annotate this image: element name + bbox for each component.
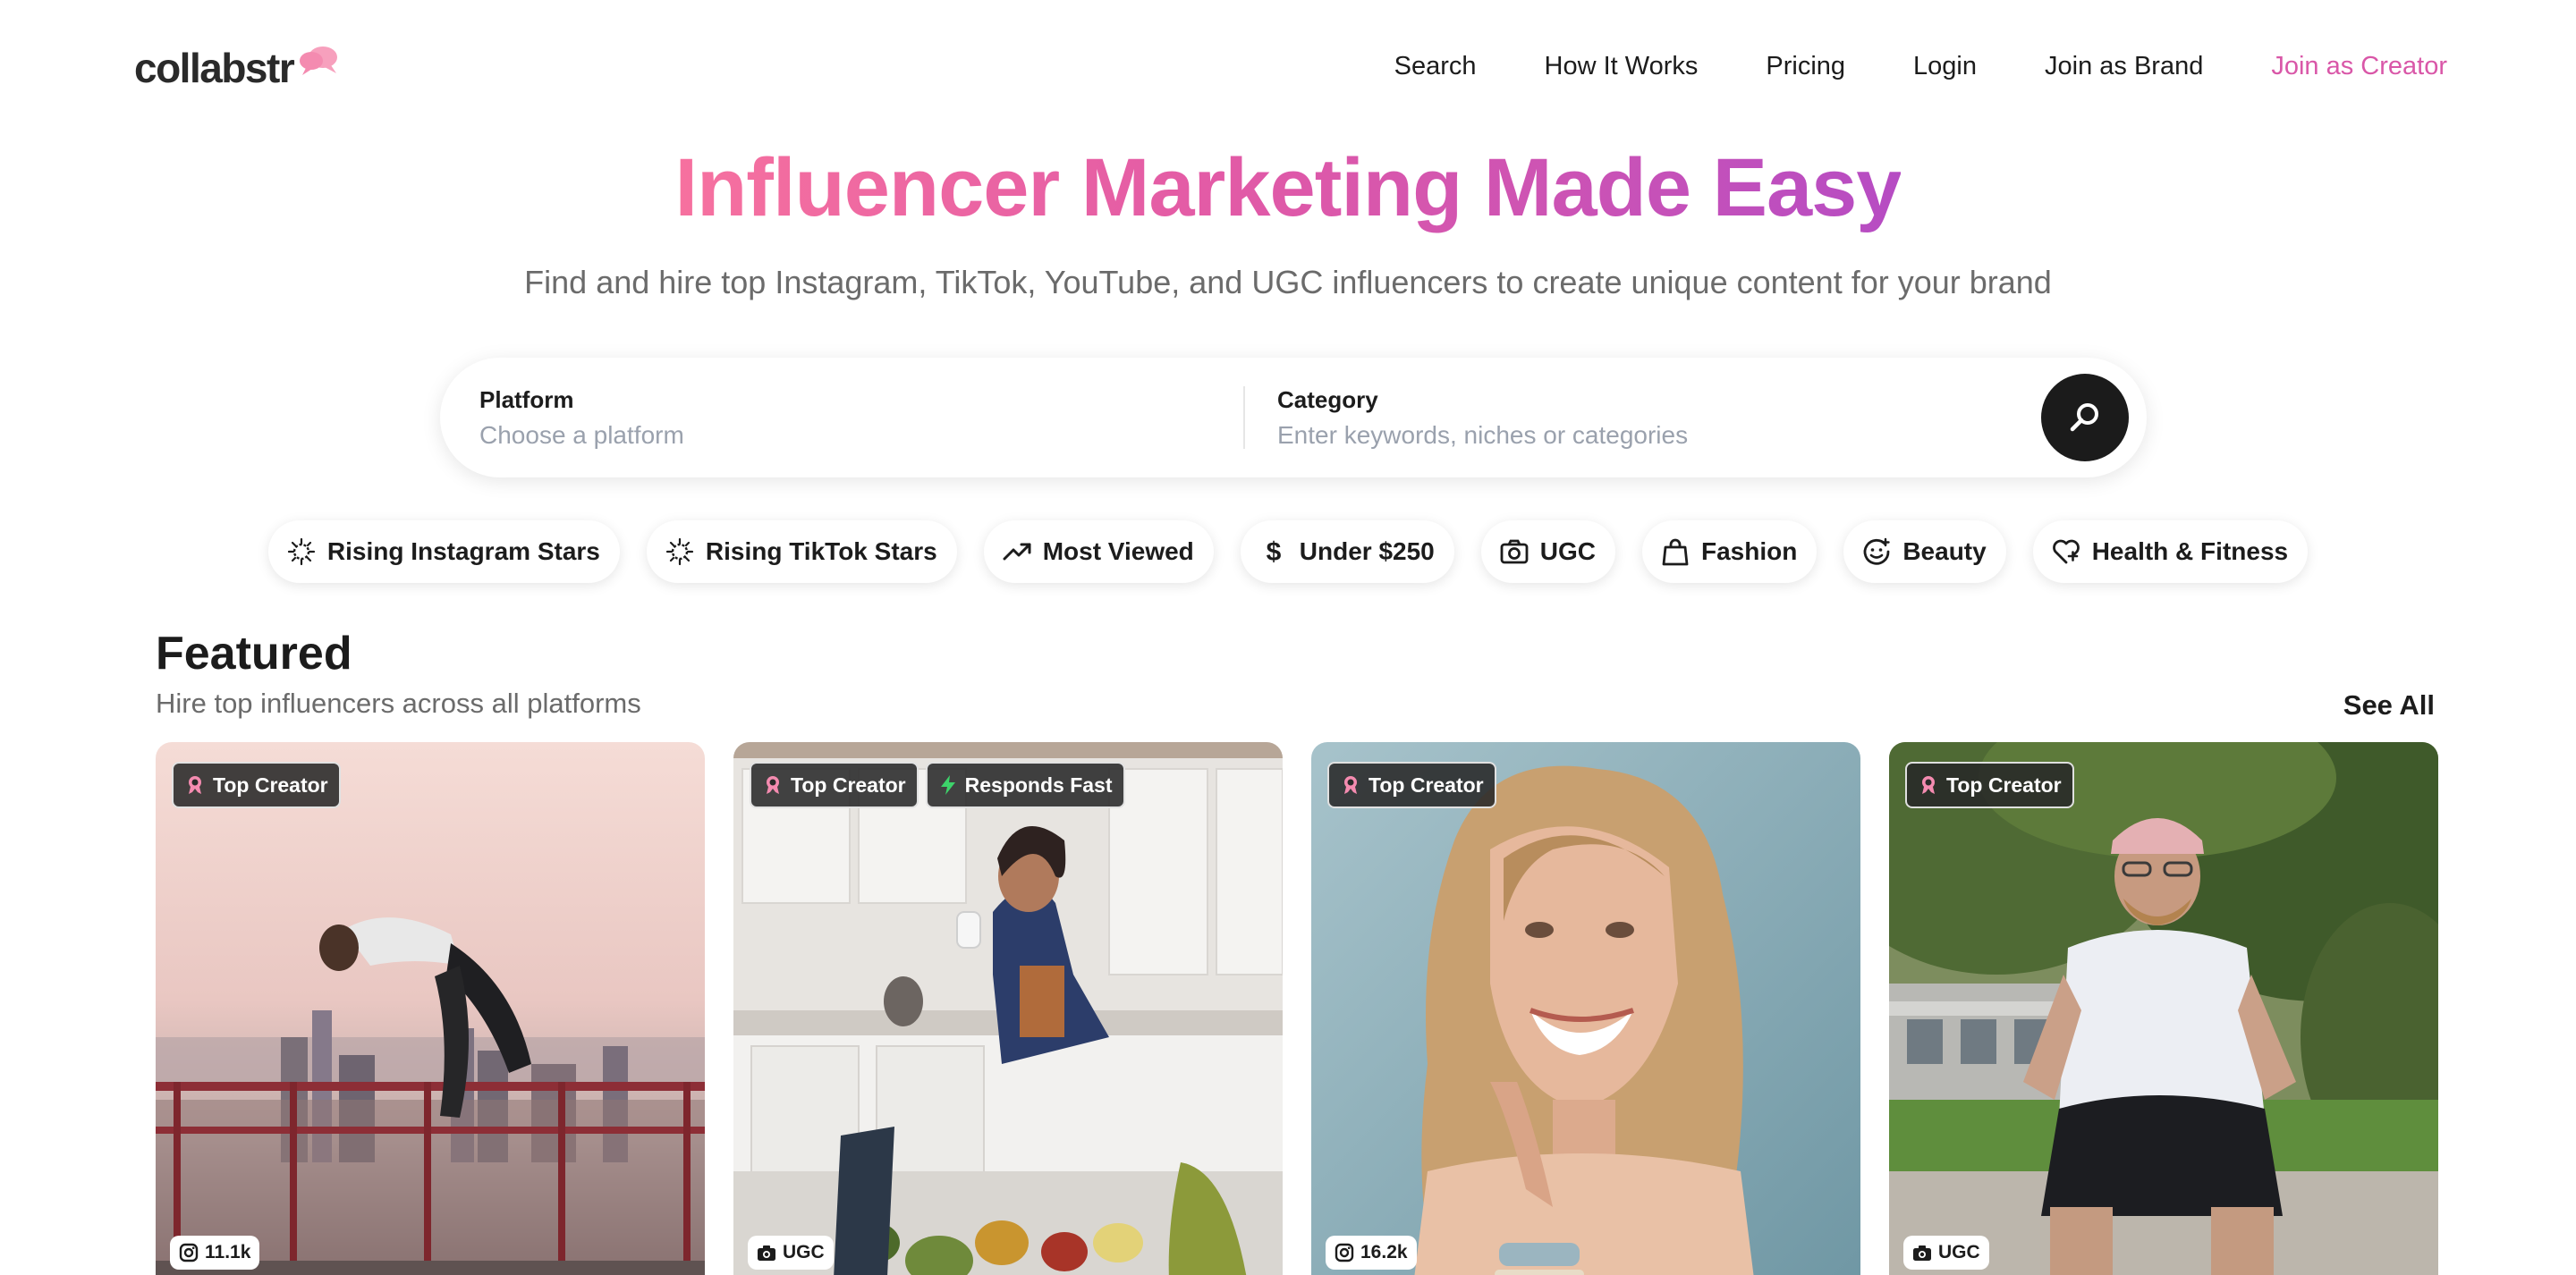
shopping-bag-icon: [1660, 536, 1690, 567]
chip-ugc[interactable]: UGC: [1480, 520, 1615, 583]
stat-value: 16.2k: [1360, 1242, 1408, 1262]
chip-health-fitness[interactable]: Health & Fitness: [2032, 520, 2309, 583]
award-icon: [1344, 776, 1357, 794]
hero-title-text: Influencer Marketing Made Easy: [674, 142, 1902, 233]
chip-beauty[interactable]: Beauty: [1843, 520, 2006, 583]
trending-up-icon: [1002, 536, 1032, 567]
site-header: collabstr Search How It Works Pricing Lo…: [0, 0, 2576, 134]
creator-photo: [733, 742, 1283, 1275]
logo-text: collabstr: [134, 45, 295, 91]
chip-label: UGC: [1539, 537, 1596, 565]
creator-photo: [1889, 742, 2438, 1275]
sparkle-icon: [286, 536, 317, 567]
chip-label: Most Viewed: [1042, 537, 1194, 565]
chip-most-viewed[interactable]: Most Viewed: [983, 520, 1214, 583]
platform-field[interactable]: Platform: [479, 384, 1213, 452]
card-badges: Top Creator: [1327, 762, 1496, 808]
camera-icon: [758, 1245, 775, 1261]
see-all-link[interactable]: See All: [2343, 687, 2435, 724]
dollar-icon: $: [1258, 536, 1289, 567]
badge-label: Top Creator: [791, 773, 906, 797]
creator-card[interactable]: Top Creator 11.1k: [156, 742, 705, 1275]
stat-value: UGC: [1938, 1242, 1980, 1262]
platform-tag: UGC: [1903, 1236, 1989, 1270]
stat-value: 11.1k: [205, 1242, 251, 1262]
lightning-icon: [940, 775, 955, 795]
category-chips: Rising Instagram Stars Rising TikTok Sta…: [0, 520, 2576, 583]
hero-title: Influencer Marketing Made Easy: [0, 134, 2576, 241]
creator-photo: [1311, 742, 1860, 1275]
badge-label: Top Creator: [213, 773, 328, 797]
heart-pulse-icon: [2051, 536, 2081, 567]
chip-label: Under $250: [1299, 537, 1435, 565]
featured-title: Featured: [156, 628, 352, 680]
main-nav: Search How It Works Pricing Login Join a…: [1326, 46, 2447, 86]
creator-card[interactable]: Top Creator UGC: [1889, 742, 2438, 1275]
card-badges: Top Creator: [172, 762, 341, 808]
nav-login[interactable]: Login: [1913, 46, 1977, 86]
card-badges: Top Creator Responds Fast: [750, 762, 1125, 808]
featured-cards: Top Creator 11.1k Top Creator Responds F…: [156, 742, 2438, 1275]
instagram-icon: [1335, 1243, 1354, 1262]
face-icon: [1861, 536, 1892, 567]
svg-text:$: $: [1266, 537, 1281, 567]
follower-count: 11.1k: [170, 1236, 260, 1270]
nav-search[interactable]: Search: [1394, 46, 1477, 86]
nav-pricing[interactable]: Pricing: [1766, 46, 1845, 86]
search-icon: [2070, 403, 2098, 432]
platform-input[interactable]: [479, 418, 1213, 452]
top-creator-badge: Top Creator: [172, 762, 341, 808]
platform-label: Platform: [479, 386, 574, 413]
top-creator-badge: Top Creator: [1327, 762, 1496, 808]
nav-join-as-creator[interactable]: Join as Creator: [2271, 46, 2447, 86]
stat-value: UGC: [783, 1242, 825, 1262]
chip-label: Health & Fitness: [2091, 537, 2289, 565]
nav-how-it-works[interactable]: How It Works: [1545, 46, 1699, 86]
search-bar: Platform Category: [440, 358, 2147, 477]
chip-under-250[interactable]: $ Under $250: [1240, 520, 1454, 583]
category-input[interactable]: [1277, 418, 2011, 452]
instagram-icon: [179, 1243, 199, 1262]
featured-subtitle: Hire top influencers across all platform…: [156, 688, 641, 719]
camera-icon: [1913, 1245, 1931, 1261]
responds-fast-badge: Responds Fast: [925, 762, 1125, 808]
badge-label: Top Creator: [1946, 773, 2062, 797]
chip-label: Rising TikTok Stars: [705, 537, 937, 565]
chip-label: Beauty: [1902, 537, 1987, 565]
search-button[interactable]: [2041, 374, 2129, 461]
award-icon: [767, 776, 779, 794]
category-field[interactable]: Category: [1277, 384, 2011, 452]
search-divider: [1243, 386, 1245, 449]
creator-photo: [156, 742, 705, 1275]
chip-label: Fashion: [1700, 537, 1798, 565]
badge-label: Responds Fast: [964, 773, 1113, 797]
creator-card[interactable]: Top Creator 16.2k: [1311, 742, 1860, 1275]
award-icon: [1922, 776, 1935, 794]
hero-subtitle: Find and hire top Instagram, TikTok, You…: [524, 264, 2052, 300]
logo[interactable]: collabstr: [134, 41, 337, 95]
chip-rising-instagram-stars[interactable]: Rising Instagram Stars: [267, 520, 620, 583]
card-badges: Top Creator: [1905, 762, 2074, 808]
camera-icon: [1499, 536, 1530, 567]
chip-rising-tiktok-stars[interactable]: Rising TikTok Stars: [646, 520, 957, 583]
top-creator-badge: Top Creator: [750, 762, 919, 808]
chip-fashion[interactable]: Fashion: [1641, 520, 1818, 583]
creator-card[interactable]: Top Creator Responds Fast UGC: [733, 742, 1283, 1275]
chip-label: Rising Instagram Stars: [326, 537, 600, 565]
logo-bubbles-icon: [300, 46, 337, 75]
badge-label: Top Creator: [1368, 773, 1484, 797]
top-creator-badge: Top Creator: [1905, 762, 2074, 808]
award-icon: [189, 776, 201, 794]
follower-count: 16.2k: [1326, 1236, 1417, 1270]
sparkle-icon: [665, 536, 695, 567]
category-label: Category: [1277, 386, 1378, 413]
nav-join-as-brand[interactable]: Join as Brand: [2045, 46, 2203, 86]
platform-tag: UGC: [748, 1236, 834, 1270]
